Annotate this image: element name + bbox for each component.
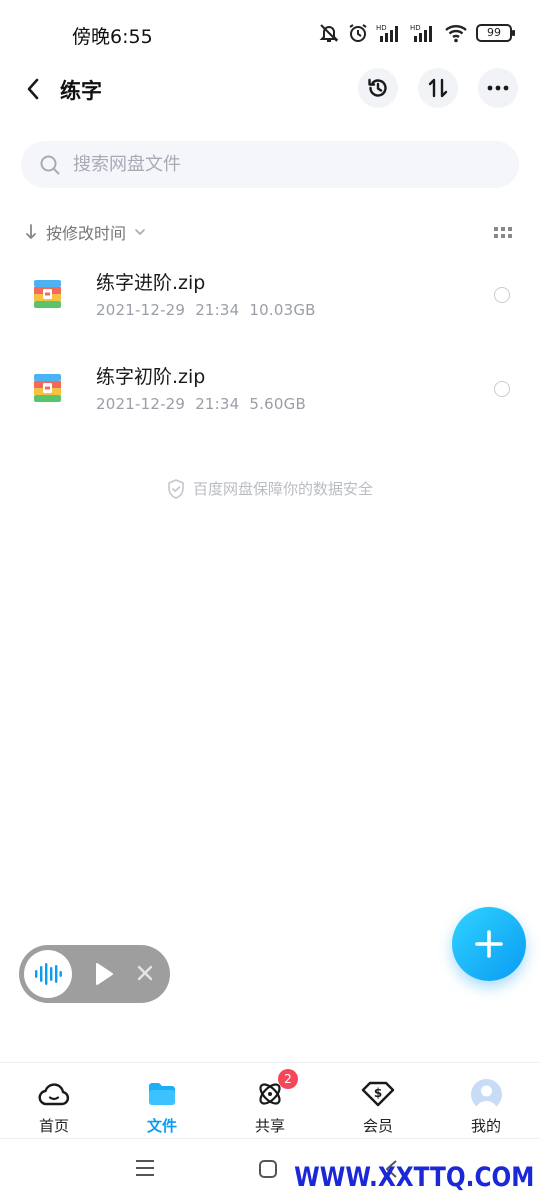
- nav-item-files[interactable]: 文件: [108, 1063, 216, 1139]
- home-button[interactable]: [258, 1159, 278, 1183]
- file-date: 2021-12-29: [96, 301, 186, 319]
- zip-file-icon: [34, 280, 61, 308]
- battery-icon: 99: [476, 24, 515, 42]
- search-bar[interactable]: [21, 141, 519, 188]
- alarm-icon: [348, 23, 368, 43]
- status-time: 傍晚6:55: [72, 26, 153, 48]
- select-checkbox[interactable]: [494, 381, 510, 397]
- history-button[interactable]: [358, 68, 398, 108]
- chevron-down-icon: [135, 229, 145, 236]
- file-date: 2021-12-29: [96, 395, 186, 413]
- shield-icon: [168, 478, 184, 499]
- list-item[interactable]: 练字进阶.zip 2021-12-29 21:34 10.03GB: [0, 250, 540, 344]
- play-icon: [96, 963, 113, 985]
- list-item[interactable]: 练字初阶.zip 2021-12-29 21:34 5.60GB: [0, 344, 540, 438]
- file-name: 练字初阶.zip: [96, 366, 206, 388]
- file-meta: 2021-12-29 21:34 5.60GB: [96, 395, 306, 413]
- home-square-icon: [259, 1160, 277, 1178]
- nav-label: 会员: [362, 1117, 393, 1135]
- signal-hd-icon: HD: [410, 23, 436, 43]
- nav-item-vip[interactable]: $ 会员: [324, 1063, 432, 1139]
- search-icon: [40, 155, 60, 174]
- nav-item-me[interactable]: 我的: [432, 1063, 540, 1139]
- file-meta: 2021-12-29 21:34 10.03GB: [96, 301, 316, 319]
- file-list: 练字进阶.zip 2021-12-29 21:34 10.03GB 练字初阶.zip…: [0, 250, 540, 438]
- diamond-dollar-icon: $: [361, 1079, 395, 1109]
- sort-dropdown[interactable]: 按修改时间: [24, 220, 146, 244]
- nav-label: 文件: [146, 1117, 177, 1135]
- security-note: 百度网盘保障你的数据安全: [0, 478, 540, 499]
- notification-badge: 2: [278, 1069, 298, 1089]
- add-button[interactable]: [452, 907, 526, 981]
- page-title: 练字: [60, 79, 102, 103]
- avatar: [470, 1078, 502, 1110]
- header: 练字: [0, 66, 540, 112]
- cloud-icon: [37, 1079, 71, 1109]
- search-input[interactable]: [73, 154, 473, 175]
- select-checkbox[interactable]: [494, 287, 510, 303]
- audio-wave-icon: [35, 963, 62, 985]
- back-button[interactable]: [18, 74, 48, 104]
- svg-text:HD: HD: [410, 24, 421, 32]
- menu-icon: [136, 1160, 154, 1176]
- file-size: 10.03GB: [249, 301, 316, 319]
- file-time: 21:34: [195, 301, 240, 319]
- avatar-wrap: [469, 1078, 503, 1110]
- security-note-text: 百度网盘保障你的数据安全: [192, 480, 373, 498]
- nav-label: 我的: [470, 1117, 501, 1135]
- nav-label: 共享: [254, 1117, 285, 1135]
- history-icon: [368, 78, 387, 97]
- more-icon: [487, 85, 509, 91]
- watermark: WWW.XXTTQ.COM: [293, 1162, 534, 1193]
- svg-text:$: $: [374, 1086, 382, 1100]
- file-size: 5.60GB: [249, 395, 306, 413]
- file-time: 21:34: [195, 395, 240, 413]
- audio-player-pill[interactable]: [19, 945, 170, 1003]
- sort-arrow-icon: [26, 224, 36, 239]
- user-icon: [475, 1085, 497, 1110]
- zip-file-icon: [34, 374, 61, 402]
- sort-label: 按修改时间: [46, 224, 127, 243]
- play-button[interactable]: [94, 962, 114, 990]
- nav-item-home[interactable]: 首页: [0, 1063, 108, 1139]
- folder-icon: [145, 1079, 179, 1109]
- mute-icon: [318, 22, 340, 44]
- transfer-icon: [428, 78, 448, 98]
- sort-row: 按修改时间: [24, 218, 516, 246]
- wifi-icon: [444, 23, 468, 43]
- transfer-button[interactable]: [418, 68, 458, 108]
- close-button[interactable]: [136, 964, 154, 986]
- grid-view-button[interactable]: [494, 224, 512, 243]
- nav-label: 首页: [38, 1117, 69, 1135]
- more-button[interactable]: [478, 68, 518, 108]
- status-icons: HD HD 99: [318, 22, 515, 44]
- plus-icon: [475, 930, 503, 958]
- svg-text:HD: HD: [376, 24, 387, 32]
- bottom-nav: 首页 文件 2 共享 $ 会员 我的: [0, 1062, 540, 1138]
- audio-wave-button[interactable]: [24, 950, 72, 998]
- back-icon: [27, 78, 39, 100]
- file-name: 练字进阶.zip: [96, 272, 206, 294]
- status-bar: 傍晚6:55 HD HD 99: [0, 0, 540, 70]
- recents-button[interactable]: [134, 1159, 156, 1181]
- nav-item-share[interactable]: 2 共享: [216, 1063, 324, 1139]
- grid-icon: [494, 227, 512, 238]
- signal-hd-icon: HD: [376, 23, 402, 43]
- close-icon: [137, 965, 153, 981]
